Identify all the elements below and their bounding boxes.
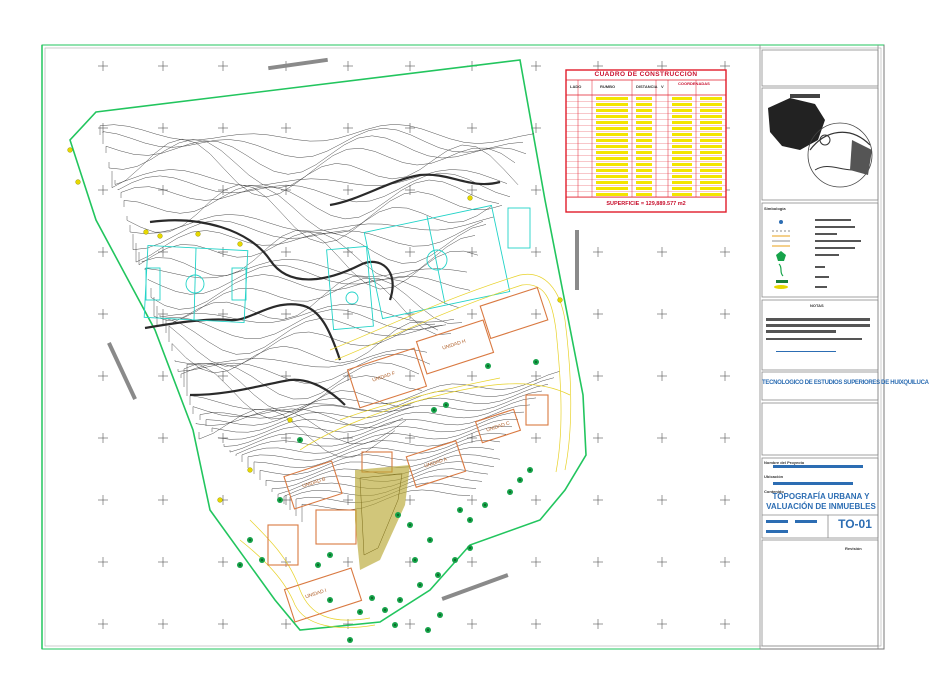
table-col-coordenadas: COORDENADAS	[678, 81, 710, 86]
sheet-code: TO-01	[838, 517, 872, 531]
table-col-rumbo: RUMBO	[600, 84, 616, 89]
revision-heading: Revisión	[845, 546, 862, 551]
legend-heading: Simbología	[764, 206, 786, 211]
location-heading: Ubicación	[764, 474, 784, 479]
table-col-distancia: DISTANCIA	[636, 84, 658, 89]
notes-heading: NOTAS	[810, 303, 824, 308]
project-name-heading: Nombre del Proyecto	[764, 460, 805, 465]
topographic-plan-sheet	[0, 0, 929, 694]
content-heading: Contenido	[764, 489, 784, 494]
construction-table-title: CUADRO DE CONSTRUCCION	[594, 71, 698, 78]
construction-table-surface: SUPERFICIE = 129,889.577 m2	[606, 201, 686, 207]
drawing-title: TOPOGRAFÍA URBANA Y VALUACIÓN DE INMUEBL…	[766, 492, 876, 511]
institution-name: TECNOLOGICO DE ESTUDIOS SUPERIORES DE HU…	[762, 380, 929, 386]
table-col-lado: LADO	[570, 84, 582, 89]
table-col-v: V	[661, 84, 664, 89]
construction-table	[565, 69, 727, 213]
